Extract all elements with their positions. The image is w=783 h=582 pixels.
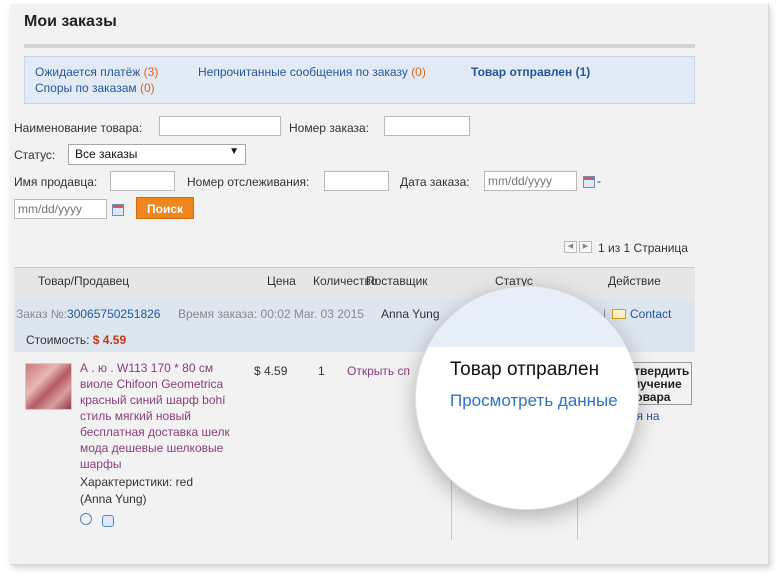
- status-select[interactable]: Все заказы ▼: [68, 144, 246, 165]
- status-select-value: Все заказы: [75, 147, 138, 161]
- product-characteristics: Характеристики: red: [80, 475, 193, 489]
- pagination-info: 1 из 1 Страница: [598, 241, 688, 255]
- header-action: Действие: [608, 274, 661, 288]
- order-number-link[interactable]: 30065750251826: [67, 307, 160, 321]
- orders-panel: Мои заказы Ожидается платёж (3) Непрочит…: [10, 4, 769, 565]
- order-number-label: Номер заказа:: [289, 121, 370, 135]
- seller-name-input[interactable]: [110, 171, 175, 191]
- calendar-icon[interactable]: [583, 176, 595, 188]
- header-price: Цена: [267, 274, 296, 288]
- product-title-link[interactable]: А . ю . W113 170 * 80 см виоле Chifoon G…: [80, 360, 248, 472]
- product-name-input[interactable]: [159, 116, 281, 136]
- alarm-clock-icon[interactable]: [80, 513, 92, 525]
- search-button[interactable]: Поиск: [136, 197, 194, 219]
- item-price: $ 4.59: [254, 364, 288, 378]
- magnifier-lens: Товар отправлен Просмотреть данные: [415, 286, 639, 510]
- unread-messages-link[interactable]: Непрочитанные сообщения по заказу (0): [198, 65, 426, 79]
- header-supplier: Поставщик: [366, 274, 428, 288]
- product-thumbnail[interactable]: [25, 363, 72, 410]
- disputes-link[interactable]: Споры по заказам (0): [35, 81, 155, 95]
- calendar-icon[interactable]: [112, 204, 124, 216]
- order-summary-box: Ожидается платёж (3) Непрочитанные сообщ…: [24, 56, 695, 104]
- order-time: Время заказа: 00:02 Mar. 03 2015: [178, 307, 364, 321]
- item-quantity: 1: [318, 364, 325, 378]
- tracking-number-input[interactable]: [324, 171, 389, 191]
- view-details-link[interactable]: Просмотреть данные: [450, 391, 620, 410]
- status-label: Статус:: [14, 148, 56, 162]
- lens-order-status: Товар отправлен: [450, 359, 600, 380]
- snapshot-icon[interactable]: [102, 515, 114, 527]
- header-product: Товар/Продавец: [38, 274, 130, 288]
- order-number: Заказ №:30065750251826: [16, 307, 161, 321]
- tracking-number-label: Номер отслеживания:: [187, 175, 310, 189]
- product-seller: (Anna Yung): [80, 492, 147, 506]
- order-date-label: Дата заказа:: [400, 175, 470, 189]
- order-number-input[interactable]: [384, 116, 470, 136]
- date-to-input[interactable]: [14, 199, 107, 219]
- awaiting-payment-link[interactable]: Ожидается платёж (3): [35, 65, 158, 79]
- prev-page-icon[interactable]: ◀: [564, 241, 577, 253]
- order-cost: Стоимость: $ 4.59: [26, 333, 127, 347]
- open-dispute-link[interactable]: Открыть сп: [347, 364, 410, 378]
- date-from-input[interactable]: [484, 171, 577, 191]
- lens-order-bar: [416, 287, 638, 347]
- date-range-separator: -: [597, 174, 601, 188]
- dropdown-arrow-icon: ▼: [229, 146, 239, 157]
- next-page-icon[interactable]: ▶: [579, 241, 592, 253]
- product-name-label: Наименование товара:: [14, 121, 143, 135]
- title-divider: [24, 44, 695, 48]
- shipped-link[interactable]: Товар отправлен (1): [471, 65, 590, 79]
- seller-name-label: Имя продавца:: [14, 175, 98, 189]
- page-title: Мои заказы: [24, 13, 117, 30]
